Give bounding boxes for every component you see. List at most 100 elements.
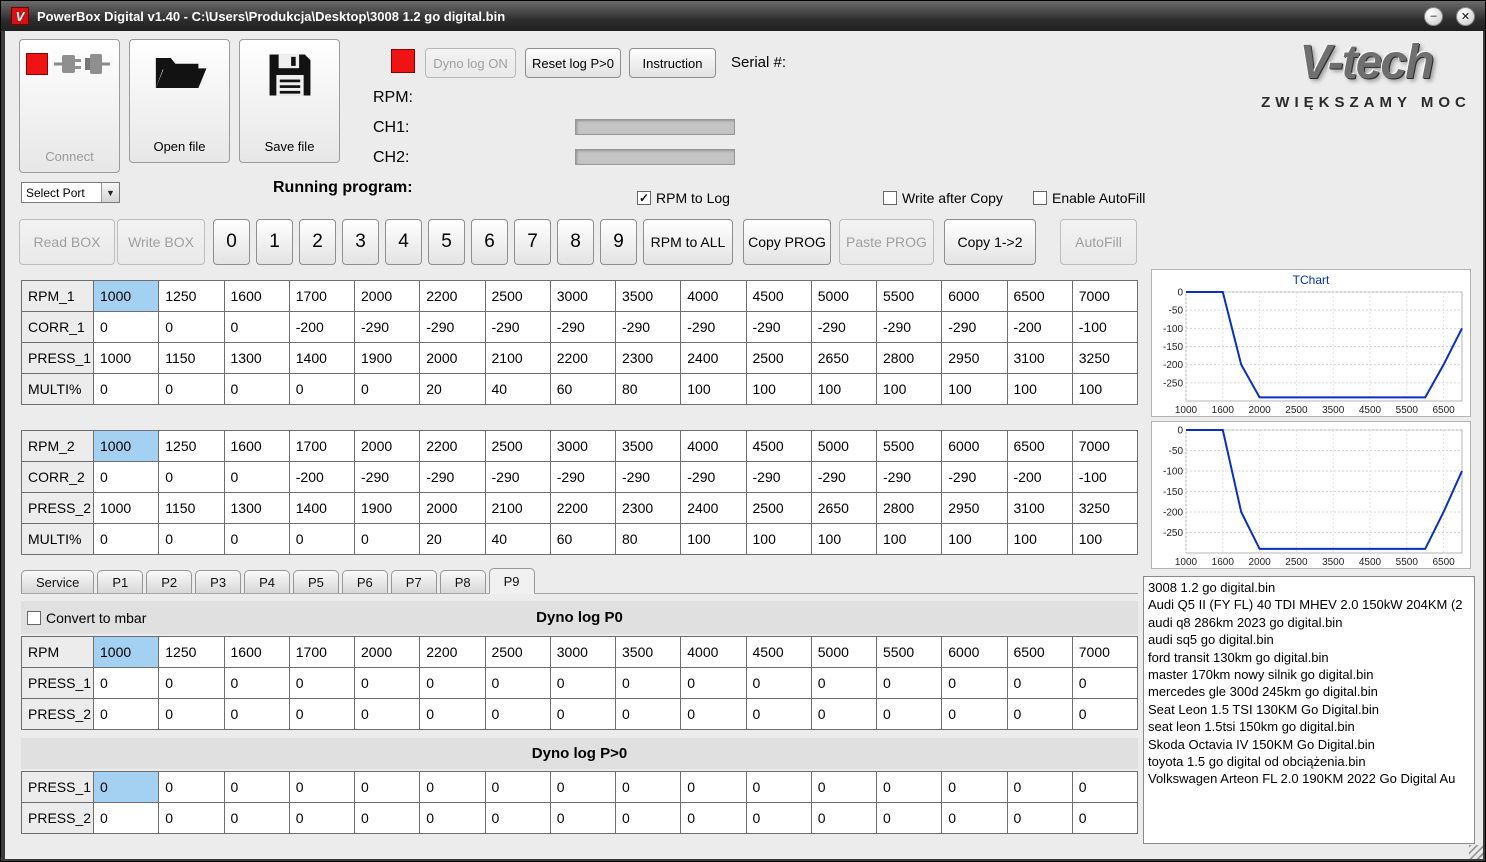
table-cell[interactable]: 0 bbox=[811, 803, 877, 834]
table-cell[interactable]: 0 bbox=[94, 699, 160, 730]
save-file-button[interactable]: Save file bbox=[239, 39, 340, 163]
table-cell[interactable]: 2650 bbox=[811, 343, 877, 374]
table-cell[interactable]: 0 bbox=[94, 772, 160, 803]
file-item[interactable]: audi sq5 go digital.bin bbox=[1144, 631, 1474, 648]
checkbox-box[interactable] bbox=[1033, 191, 1047, 205]
resize-grip[interactable] bbox=[1469, 845, 1483, 859]
table-cell[interactable]: 0 bbox=[94, 668, 160, 699]
tab-p6[interactable]: P6 bbox=[341, 570, 388, 593]
table-cell[interactable]: -290 bbox=[811, 462, 877, 493]
file-item[interactable]: Volkswagen Arteon FL 2.0 190KM 2022 Go D… bbox=[1144, 770, 1474, 787]
table-cell[interactable]: -200 bbox=[1007, 462, 1073, 493]
table-cell[interactable]: 2500 bbox=[746, 343, 812, 374]
table-cell[interactable]: 1000 bbox=[94, 281, 160, 312]
file-item[interactable]: Audi Q5 II (FY FL) 40 TDI MHEV 2.0 150kW… bbox=[1144, 596, 1474, 613]
num-button-5[interactable]: 5 bbox=[428, 219, 465, 265]
table-cell[interactable]: 6500 bbox=[1007, 431, 1073, 462]
table-cell[interactable]: 0 bbox=[942, 803, 1008, 834]
table-cell[interactable]: -290 bbox=[942, 312, 1008, 343]
table-cell[interactable]: -290 bbox=[355, 462, 421, 493]
copy-1-to-2-button[interactable]: Copy 1->2 bbox=[944, 219, 1036, 265]
table-cell[interactable]: 0 bbox=[355, 668, 421, 699]
table-cell[interactable]: 1900 bbox=[355, 493, 421, 524]
table-cell[interactable]: 0 bbox=[485, 668, 551, 699]
table-cell[interactable]: 2500 bbox=[485, 431, 551, 462]
table-cell[interactable]: 3000 bbox=[550, 431, 616, 462]
checkbox-box[interactable] bbox=[27, 610, 41, 625]
table-cell[interactable]: 100 bbox=[877, 524, 943, 555]
table-cell[interactable]: 5000 bbox=[811, 637, 877, 668]
table-cell[interactable]: -290 bbox=[616, 312, 682, 343]
table-cell[interactable]: 1000 bbox=[94, 493, 160, 524]
num-button-4[interactable]: 4 bbox=[385, 219, 422, 265]
table-cell[interactable]: 1000 bbox=[94, 431, 160, 462]
table-cell[interactable]: -290 bbox=[420, 312, 486, 343]
table-cell[interactable]: 2100 bbox=[485, 493, 551, 524]
table-cell[interactable]: -290 bbox=[877, 312, 943, 343]
tab-p2[interactable]: P2 bbox=[146, 570, 193, 593]
copy-prog-button[interactable]: Copy PROG bbox=[743, 219, 831, 265]
table-cell[interactable]: 0 bbox=[355, 374, 421, 405]
autofill-button[interactable]: AutoFill bbox=[1060, 219, 1137, 265]
table-cell[interactable]: 2000 bbox=[420, 343, 486, 374]
file-item[interactable]: Skoda Octavia IV 150KM Go Digital.bin bbox=[1144, 736, 1474, 753]
table-cell[interactable]: 1900 bbox=[355, 343, 421, 374]
table-cell[interactable]: -290 bbox=[550, 312, 616, 343]
table-cell[interactable]: -290 bbox=[942, 462, 1008, 493]
table-cell[interactable]: 0 bbox=[1072, 803, 1138, 834]
table-cell[interactable]: 5000 bbox=[811, 281, 877, 312]
table-cell[interactable]: 0 bbox=[94, 374, 160, 405]
table-cell[interactable]: 0 bbox=[1072, 772, 1138, 803]
table-cell[interactable]: 0 bbox=[1007, 772, 1073, 803]
table-cell[interactable]: 4000 bbox=[681, 637, 747, 668]
table-cell[interactable]: 3100 bbox=[1007, 493, 1073, 524]
tab-p9[interactable]: P9 bbox=[488, 568, 535, 594]
rpm-to-log-checkbox[interactable]: RPM to Log bbox=[637, 190, 730, 206]
tab-p4[interactable]: P4 bbox=[244, 570, 290, 593]
table-cell[interactable]: 0 bbox=[159, 668, 225, 699]
table-cell[interactable]: -290 bbox=[681, 462, 747, 493]
read-box-button[interactable]: Read BOX bbox=[19, 219, 115, 265]
dyno-log-on-button[interactable]: Dyno log ON bbox=[425, 48, 516, 78]
table-cell[interactable]: 0 bbox=[550, 772, 616, 803]
file-item[interactable]: audi q8 286km 2023 go digital.bin bbox=[1144, 614, 1474, 631]
num-button-3[interactable]: 3 bbox=[342, 219, 379, 265]
table-cell[interactable]: 100 bbox=[681, 374, 747, 405]
table-cell[interactable]: 2500 bbox=[485, 637, 551, 668]
table-cell[interactable]: 0 bbox=[877, 772, 943, 803]
write-box-button[interactable]: Write BOX bbox=[117, 219, 205, 265]
table-cell[interactable]: 6500 bbox=[1007, 281, 1073, 312]
table-cell[interactable]: 0 bbox=[811, 699, 877, 730]
table-cell[interactable]: 0 bbox=[94, 462, 160, 493]
table-cell[interactable]: 0 bbox=[224, 312, 290, 343]
table-cell[interactable]: 1700 bbox=[289, 281, 355, 312]
table-cell[interactable]: 2200 bbox=[420, 637, 486, 668]
table-cell[interactable]: 4500 bbox=[746, 637, 812, 668]
table-cell[interactable]: 100 bbox=[811, 374, 877, 405]
table-cell[interactable]: 2000 bbox=[355, 281, 421, 312]
table-cell[interactable]: 0 bbox=[159, 803, 225, 834]
table-cell[interactable]: 0 bbox=[550, 699, 616, 730]
table-cell[interactable]: 0 bbox=[159, 312, 225, 343]
table-cell[interactable]: 1300 bbox=[224, 343, 290, 374]
table-cell[interactable]: 0 bbox=[616, 803, 682, 834]
table-cell[interactable]: 0 bbox=[1072, 699, 1138, 730]
table-cell[interactable]: 0 bbox=[616, 668, 682, 699]
tab-p3[interactable]: P3 bbox=[195, 570, 242, 593]
checkbox-box[interactable] bbox=[883, 191, 897, 205]
table-cell[interactable]: 2650 bbox=[811, 493, 877, 524]
table-cell[interactable]: 4500 bbox=[746, 431, 812, 462]
table-cell[interactable]: 1000 bbox=[94, 343, 160, 374]
table-cell[interactable]: 0 bbox=[159, 772, 225, 803]
table-cell[interactable]: 7000 bbox=[1072, 281, 1138, 312]
table-cell[interactable]: 2200 bbox=[420, 431, 486, 462]
table-cell[interactable]: 5000 bbox=[811, 431, 877, 462]
table-cell[interactable]: 0 bbox=[159, 524, 225, 555]
table-cell[interactable]: 100 bbox=[1007, 374, 1073, 405]
paste-prog-button[interactable]: Paste PROG bbox=[839, 219, 934, 265]
table-cell[interactable]: 5500 bbox=[877, 431, 943, 462]
table-cell[interactable]: 0 bbox=[746, 668, 812, 699]
num-button-1[interactable]: 1 bbox=[256, 219, 293, 265]
table-cell[interactable]: 100 bbox=[877, 374, 943, 405]
table-cell[interactable]: -200 bbox=[289, 462, 355, 493]
